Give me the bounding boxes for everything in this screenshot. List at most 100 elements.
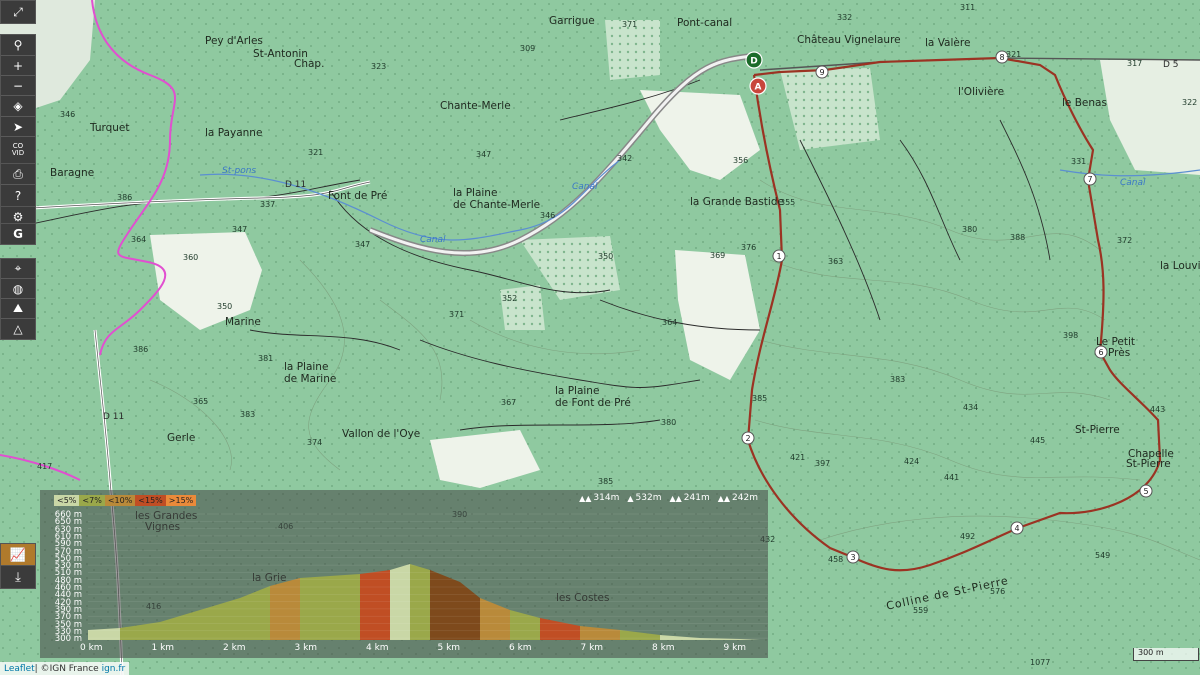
leaflet-link[interactable]: Leaflet [4, 664, 35, 674]
altitude-label: 363 [828, 257, 844, 266]
profile-segment [390, 564, 410, 640]
profile-segment [480, 598, 510, 640]
altitude-label: 372 [1117, 236, 1133, 245]
altitude-label: 424 [904, 457, 920, 466]
profile-segment [740, 639, 760, 640]
place-label: Près [1108, 347, 1131, 359]
terrain-profile-icon[interactable]: △ [1, 319, 35, 339]
svg-text:3: 3 [850, 553, 855, 562]
profile-segment [300, 576, 330, 640]
altitude-label: 383 [890, 375, 906, 384]
locate-icon[interactable]: ➤ [1, 117, 35, 137]
altitude-label: 369 [710, 251, 726, 260]
altitude-label: 549 [1095, 551, 1111, 560]
chart-icon[interactable]: 📈 [0, 543, 36, 567]
place-label: le Benas [1062, 97, 1107, 109]
print-icon[interactable]: ⎙ [1, 164, 35, 185]
altitude-label: 332 [837, 13, 853, 22]
altitude-label: 421 [790, 453, 806, 462]
waypoint-marker[interactable]: 5 [1139, 484, 1153, 498]
attribution: Leaflet | © IGN France ign.fr [0, 662, 130, 675]
road-label: D 11 [285, 180, 307, 190]
canal-label: St-pons [222, 166, 257, 176]
place-label: St-Pierre [1075, 424, 1120, 436]
waypoint-marker[interactable]: 9 [815, 65, 829, 79]
altitude-label: 1077 [1030, 658, 1051, 667]
altitude-label: 350 [217, 302, 233, 311]
altitude-label: 347 [476, 150, 492, 159]
road-label: D 11 [103, 412, 125, 422]
waypoint-marker[interactable]: 3 [846, 550, 860, 564]
zoom-out-button[interactable]: − [1, 76, 35, 96]
ign-link[interactable]: ign.fr [102, 664, 126, 674]
elevation-profile[interactable]: <5% <7% <10% <15% >15% ▲▲ 314m ▲ 532m ▲▲ 241m ▲▲ 24… [40, 490, 768, 658]
altitude-label: 376 [741, 243, 757, 252]
area-label: la Plaine [555, 385, 600, 397]
fullscreen-icon[interactable]: ⤢ [1, 1, 35, 23]
place-label: la Valère [925, 37, 971, 49]
altitude-label: 311 [960, 3, 976, 12]
profile-x-label: 2 km [223, 643, 246, 653]
svg-text:8: 8 [999, 53, 1004, 62]
waypoint-marker[interactable]: 2 [741, 431, 755, 445]
zoom-in-button[interactable]: + [1, 56, 35, 76]
download-icon[interactable]: ⤓ [0, 565, 36, 589]
layers-icon[interactable]: ◈ [1, 96, 35, 117]
canal-label: Canal [420, 235, 446, 245]
altitude-label: 321 [1006, 50, 1022, 59]
altitude-label: 331 [1071, 157, 1087, 166]
place-label: Pont-canal [677, 17, 733, 29]
altitude-label: 322 [1182, 98, 1198, 107]
altitude-label: 309 [520, 44, 536, 53]
altitude-label: 364 [131, 235, 147, 244]
altitude-label: 385 [598, 477, 614, 486]
altitude-label: 371 [622, 20, 638, 29]
canal-label: Canal [572, 182, 598, 192]
area-label: de Chante-Merle [453, 199, 541, 211]
profile-x-label: 1 km [151, 643, 175, 653]
altitude-label: 350 [598, 252, 614, 261]
google-button[interactable]: G [1, 224, 35, 244]
terrain-icon[interactable]: ⛰ [1, 299, 35, 319]
place-label: Vallon de l'Oye [342, 428, 421, 440]
altitude-label: 364 [662, 318, 678, 327]
profile-segment [510, 610, 540, 640]
altitude-label: 385 [752, 394, 768, 403]
place-label: Château Vignelaure [797, 34, 901, 46]
search-icon[interactable]: ⚲ [1, 35, 35, 56]
place-label: la Grande Bastide [690, 196, 784, 208]
place-label: Chante-Merle [440, 100, 511, 112]
start-marker[interactable]: D [745, 51, 763, 69]
scale-bar: 300 m [1133, 648, 1199, 661]
covid-button[interactable]: CO VID [1, 137, 35, 163]
altitude-label: 356 [733, 156, 749, 165]
profile-x-label: 8 km [652, 643, 675, 653]
svg-text:A: A [755, 83, 762, 93]
altitude-label: 317 [1127, 59, 1143, 68]
profile-segment [200, 598, 240, 640]
attribution-sep: | © [34, 663, 50, 674]
altitude-label: 441 [944, 473, 960, 482]
waypoint-marker[interactable]: 1 [772, 249, 786, 263]
altitude-label: 360 [183, 253, 199, 262]
profile-segment [360, 570, 390, 640]
help-button[interactable]: ? [1, 185, 35, 206]
altitude-label: 434 [963, 403, 979, 412]
svg-text:5: 5 [1143, 487, 1148, 496]
crosshair-icon[interactable]: ⌖ [1, 259, 35, 279]
place-label: la Louvière [1160, 260, 1200, 272]
place-label: Garrigue [549, 15, 595, 27]
altitude-label: 355 [780, 198, 796, 207]
waypoint-marker[interactable]: 4 [1010, 521, 1024, 535]
profile-segment [620, 630, 660, 640]
end-marker[interactable]: A [749, 77, 767, 95]
profile-segment [540, 618, 580, 640]
altitude-label: 397 [815, 459, 831, 468]
waypoint-marker[interactable]: 7 [1083, 172, 1097, 186]
altitude-label: 346 [540, 211, 556, 220]
profile-x-label: 6 km [509, 643, 532, 653]
svg-text:9: 9 [819, 68, 824, 77]
altitude-label: 380 [661, 418, 677, 427]
altitude-label: 321 [308, 148, 324, 157]
globe-icon[interactable]: ◍ [1, 279, 35, 299]
